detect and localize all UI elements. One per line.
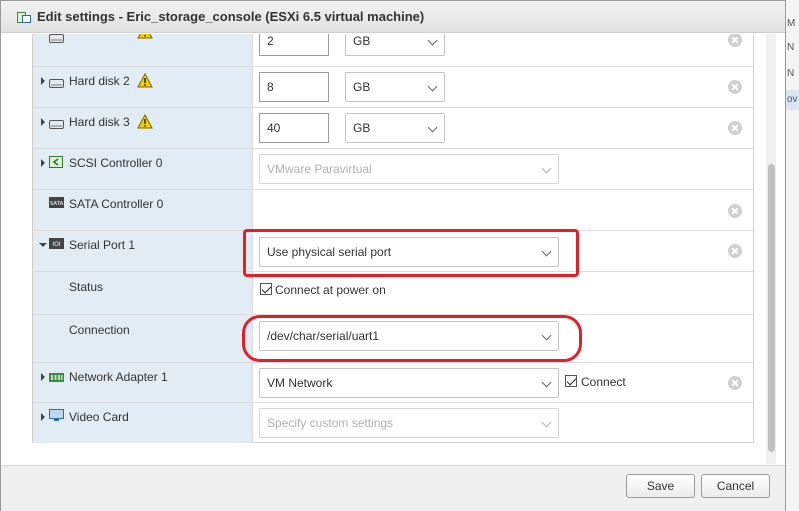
expand-toggle[interactable] [39,76,47,86]
background-row: ov [786,90,799,110]
hard-disk-1-size-input[interactable]: 2 [259,34,329,56]
background-row: M [787,18,796,29]
select-value: VMware Paravirtual [267,162,372,176]
chevron-down-icon [39,243,47,247]
scsi-controller-row: SCSI Controller 0 VMware Paravirtual [33,149,753,190]
row-label: Hard disk 3 [69,115,130,129]
cancel-button[interactable]: Cancel [701,474,770,498]
background-row: N [787,42,795,53]
hard-disk-3-unit-select[interactable]: GB [345,113,445,143]
expand-toggle[interactable] [39,158,47,168]
row-label: Video Card [69,410,129,424]
video-card-icon [49,409,64,421]
dialog-titlebar[interactable]: Edit settings - Eric_storage_console (ES… [1,1,785,33]
warning-icon [137,114,153,129]
remove-icon[interactable] [728,121,742,135]
remove-icon[interactable] [728,34,742,47]
chevron-down-icon [541,417,552,428]
sata-controller-row: SATA SATA Controller 0 [33,190,753,231]
connect-at-power-on-checkbox[interactable] [260,283,272,295]
remove-icon[interactable] [728,80,742,94]
hard-disk-1-unit-select[interactable]: GB [345,34,445,56]
remove-icon[interactable] [728,376,742,390]
serial-port-icon: IOI [49,238,64,250]
chevron-right-icon [41,373,45,381]
row-label: Status [69,280,104,294]
row-label: Network Adapter 1 [69,370,168,384]
chevron-right-icon [41,118,45,126]
background-row: N [787,68,795,79]
unit-value: GB [353,121,371,135]
settings-content: 2 GB Hard disk 2 8 GB Hard disk 3 40 GB … [12,34,776,464]
unit-value: GB [353,34,371,48]
row-label: Hard disk 2 [69,74,130,88]
row-label: SCSI Controller 0 [69,156,163,170]
scsi-type-select[interactable]: VMware Paravirtual [259,154,559,184]
sata-controller-icon: SATA [49,197,64,209]
hard-disk-2-size-input[interactable]: 8 [259,72,329,102]
chevron-down-icon [541,377,552,388]
warning-icon [137,73,153,88]
select-value: VM Network [267,376,333,390]
select-value: Specify custom settings [267,416,394,430]
collapse-toggle[interactable] [39,240,47,250]
scrollbar-thumb[interactable] [768,164,775,452]
expand-toggle[interactable] [39,412,47,422]
hard-disk-3-row: Hard disk 3 40 GB [33,108,753,149]
checkbox-label: Connect [581,375,626,389]
remove-icon[interactable] [728,204,742,218]
dialog-footer: Save Cancel [1,465,785,511]
chevron-right-icon [41,77,45,85]
hard-disk-icon [49,77,64,89]
network-adapter-row: Network Adapter 1 VM Network Connect [33,363,753,403]
video-card-select[interactable]: Specify custom settings [259,408,559,438]
svg-text:SATA: SATA [50,201,64,207]
video-card-row: Video Card Specify custom settings [33,403,753,443]
warning-icon [137,34,153,39]
unit-value: GB [353,80,371,94]
remove-icon[interactable] [728,244,742,258]
hard-disk-2-unit-select[interactable]: GB [345,72,445,102]
hard-disk-icon [49,118,64,130]
edit-settings-dialog: Edit settings - Eric_storage_console (ES… [0,0,786,511]
scsi-controller-icon [49,156,64,168]
status-row: Status Connect at power on [33,272,753,315]
highlight-serial-port-type [243,229,579,277]
chevron-down-icon [427,81,438,92]
hard-disk-1-row: 2 GB [33,34,753,67]
row-label: SATA Controller 0 [69,197,164,211]
vm-edit-icon [17,10,31,24]
hard-disk-2-row: Hard disk 2 8 GB [33,67,753,108]
row-label: Serial Port 1 [69,238,136,252]
chevron-down-icon [427,122,438,133]
highlight-connection-device [242,315,582,362]
chevron-right-icon [41,413,45,421]
svg-text:IOI: IOI [52,241,60,248]
chevron-right-icon [41,159,45,167]
dialog-title: Edit settings - Eric_storage_console (ES… [37,9,425,24]
expand-toggle[interactable] [39,372,47,382]
chevron-down-icon [541,163,552,174]
background-right: M N N ov [786,0,799,511]
network-connect-checkbox[interactable] [565,375,577,387]
hard-disk-3-size-input[interactable]: 40 [259,113,329,143]
chevron-down-icon [427,35,438,46]
row-label: Connection [69,323,130,337]
network-adapter-icon [49,371,64,383]
hard-disk-icon [49,34,64,44]
expand-toggle[interactable] [39,117,47,127]
network-select[interactable]: VM Network [259,368,559,398]
checkbox-label: Connect at power on [275,283,386,297]
save-button[interactable]: Save [626,474,695,498]
